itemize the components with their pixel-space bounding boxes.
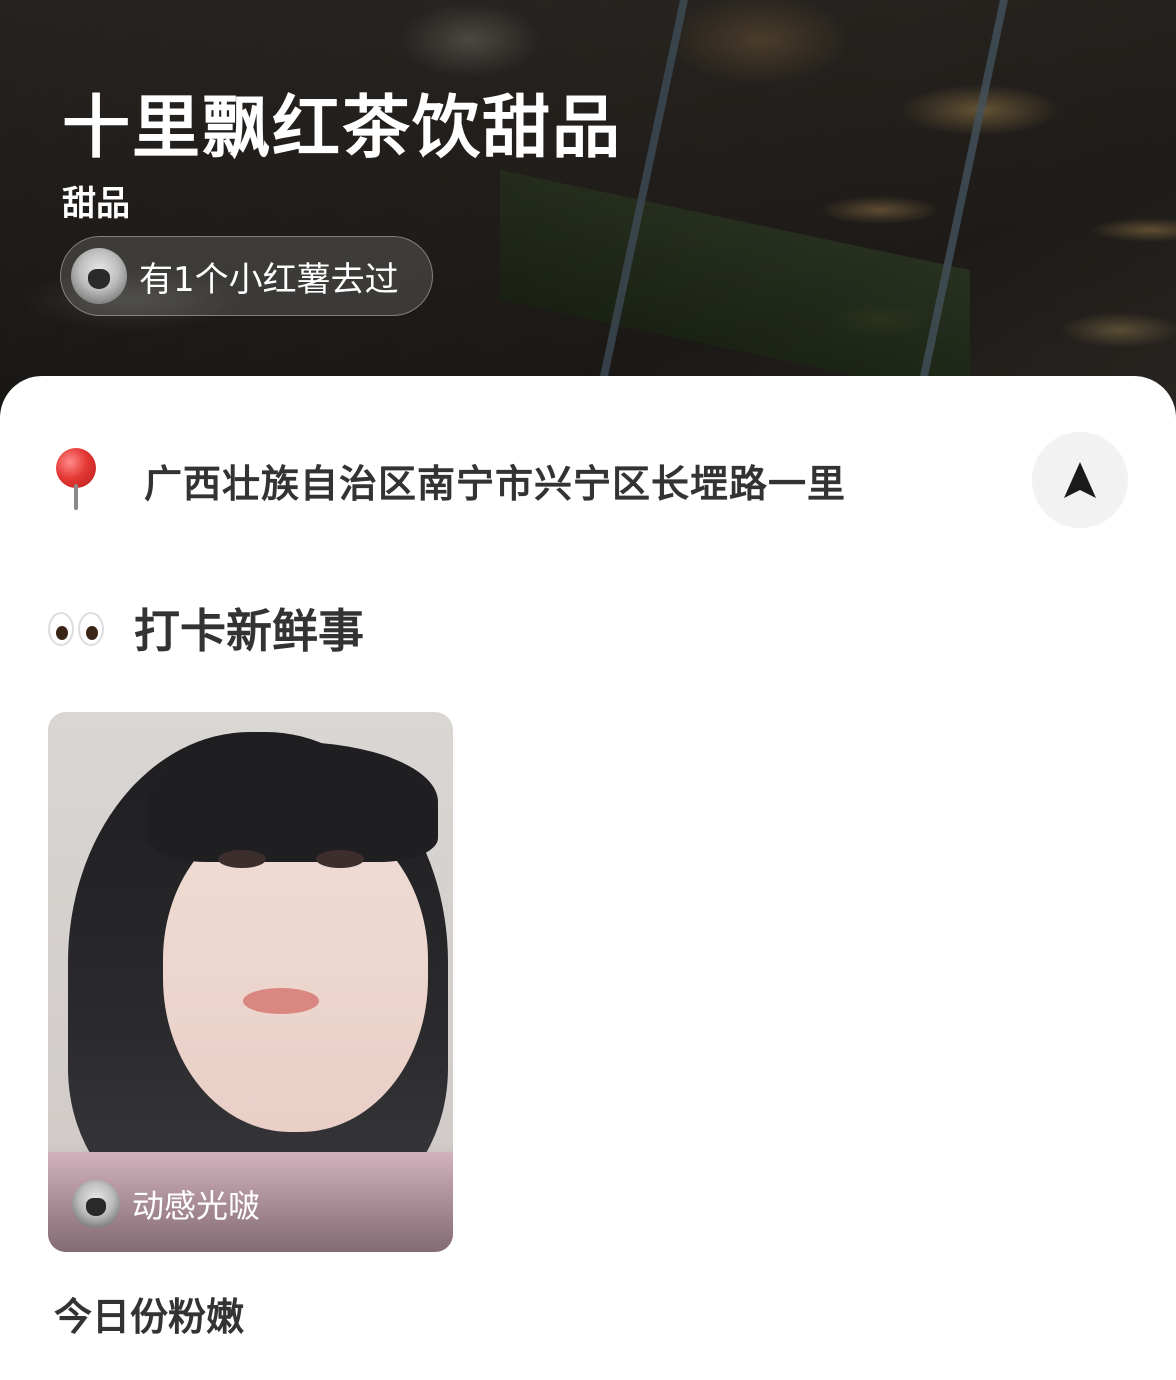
- eyes-icon: [48, 608, 106, 648]
- post-photo: [218, 850, 266, 868]
- visited-users-pill[interactable]: 有1个小红薯去过: [60, 236, 433, 316]
- navigate-arrow-icon: [1064, 462, 1096, 498]
- details-sheet: 广西壮族自治区南宁市兴宁区长堽路一里 打卡新鲜事 动感光啵 今日份粉嫩: [0, 376, 1176, 1380]
- author-name: 动感光啵: [132, 1187, 261, 1225]
- visited-count-text: 有1个小红薯去过: [139, 259, 399, 300]
- navigate-button[interactable]: [1032, 432, 1128, 528]
- section-header: 打卡新鲜事: [48, 598, 364, 658]
- post-caption[interactable]: 今日份粉嫩: [54, 1286, 244, 1341]
- pin-icon: [48, 448, 104, 512]
- post-card[interactable]: 动感光啵: [48, 712, 453, 1252]
- post-author[interactable]: 动感光啵: [72, 1180, 260, 1228]
- post-photo: [316, 850, 364, 868]
- store-cover-image: 十里飘红茶饮甜品 甜品 有1个小红薯去过: [0, 0, 1176, 420]
- store-title: 十里飘红茶饮甜品: [62, 89, 623, 168]
- post-photo: [243, 988, 319, 1014]
- avatar: [72, 1180, 120, 1228]
- address-text: 广西壮族自治区南宁市兴宁区长堽路一里: [144, 461, 847, 506]
- store-category: 甜品: [62, 184, 130, 224]
- address-row[interactable]: 广西壮族自治区南宁市兴宁区长堽路一里: [48, 430, 1128, 530]
- post-photo: [148, 742, 438, 862]
- avatar: [71, 248, 127, 304]
- section-title: 打卡新鲜事: [134, 604, 364, 658]
- cover-shade: [0, 0, 1176, 420]
